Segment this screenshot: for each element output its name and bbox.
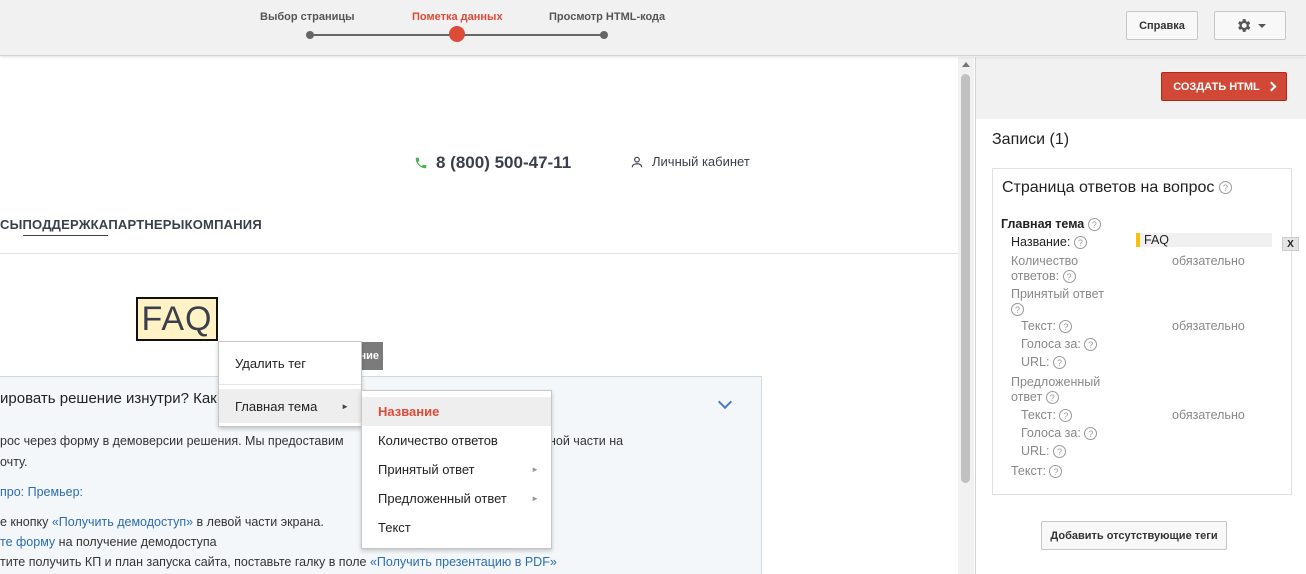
record-card: Страница ответов на вопрос ? Главная тем… [992,168,1299,495]
submenu-arrow-icon: ► [341,401,349,411]
user-icon [631,156,643,167]
help-icon[interactable]: ? [1084,338,1098,352]
tagged-faq-heading[interactable]: FAQ [136,297,218,341]
help-icon[interactable]: ? [1218,181,1232,195]
tag-context-menu: Удалить тег Главная тема ► [218,341,362,427]
step-view-html[interactable]: Просмотр HTML-кода [549,11,665,23]
help-icon[interactable]: ? [1045,391,1059,405]
submenu-item-accepted-answer[interactable]: Принятый ответ ► [362,455,551,484]
card-title: Страница ответов на вопрос ? [1002,179,1232,197]
accepted-answer-label: Принятый ответ? [1011,287,1104,317]
help-icon[interactable]: ? [1052,356,1066,370]
suggested-answer-label: Предложенный ответ ? [1011,375,1101,405]
nav-item-support[interactable]: ПОДДЕРЖКА [22,217,109,236]
create-html-button[interactable]: СОЗДАТЬ HTML [1161,72,1287,101]
accordion-title[interactable]: ировать решение изнутри? Как [0,390,217,407]
site-phone: 8 (800) 500-47-11 [414,153,571,173]
answer-text-1: рос через форму в демоверсии решения. Мы… [0,434,344,448]
step-dot-3[interactable] [600,31,608,39]
submenu-arrow-icon: ► [531,494,539,503]
help-icon[interactable]: ? [1062,270,1076,284]
nav-item-company[interactable]: КОМПАНИЯ [185,217,262,236]
help-icon[interactable]: ? [1059,320,1073,334]
site-cabinet[interactable]: Личный кабинет [630,154,750,169]
menu-separator [219,384,361,385]
submenu-item-name[interactable]: Название [362,397,551,426]
chevron-down-icon [1257,23,1266,28]
help-icon[interactable]: ? [1084,427,1098,441]
menu-main-topic[interactable]: Главная тема ► [219,389,361,423]
cabinet-label: Личный кабинет [652,154,750,169]
submenu-item-text[interactable]: Текст [362,513,551,542]
suggested-upvotes-label: Голоса за: ? [1021,426,1098,441]
required-badge: обязательно [1172,319,1245,333]
required-badge: обязательно [1172,254,1245,268]
chevron-right-icon [1266,81,1277,92]
name-field-label: Название: ? [1011,235,1087,250]
answer-line-4: те форму на получение демодоступа [0,535,217,549]
presentation-link[interactable]: «Получить презентацию в PDF» [370,555,557,569]
step-select-page[interactable]: Выбор страницы [260,11,355,23]
demo-access-link[interactable]: «Получить демодоступ» [52,515,193,529]
answer-text-1-tail: ной части на [549,434,624,448]
top-bar: Выбор страницы Пометка данных Просмотр H… [0,0,1306,56]
help-button[interactable]: Справка [1126,11,1198,40]
phone-number[interactable]: 8 (800) 500-47-11 [436,153,571,173]
settings-button[interactable] [1214,11,1286,40]
help-icon[interactable]: ? [1011,303,1024,317]
divider [0,253,958,254]
records-area: Записи (1) Страница ответов на вопрос ? … [976,119,1306,574]
main-topic-label: Главная тема ? [1001,217,1101,232]
suggested-text-label: Текст: ? [1021,408,1073,423]
submenu-arrow-icon: ► [531,465,539,474]
page-scrollbar[interactable] [958,57,974,574]
remove-tag-button[interactable]: X [1282,237,1299,251]
link-premier[interactable]: про: Премьер: [0,485,83,499]
answer-line-3: е кнопку «Получить демодоступ» в левой ч… [0,515,324,529]
menu-remove-tag[interactable]: Удалить тег [219,346,361,380]
help-icon[interactable]: ? [1049,465,1063,479]
add-missing-tags-button[interactable]: Добавить отсутствующие теги [1041,521,1227,550]
answer-text-2: очту. [0,455,28,469]
main-topic-submenu: Название Количество ответов Принятый отв… [361,390,552,549]
suggested-url-label: URL: ? [1021,444,1066,459]
accepted-url-label: URL: ? [1021,355,1066,370]
records-title: Записи (1) [992,131,1070,148]
right-panel: СОЗДАТЬ HTML Записи (1) Страница ответов… [975,57,1306,574]
text-field-label: Текст: ? [1011,464,1063,479]
answer-count-label: Количество ответов: ? [1011,254,1079,284]
submenu-item-suggested-answer[interactable]: Предложенный ответ ► [362,484,551,513]
help-icon[interactable]: ? [1073,236,1087,250]
name-value[interactable]: FAQ [1136,233,1272,247]
answer-line-5: тите получить КП и план запуска сайта, п… [0,555,557,569]
gear-icon [1237,19,1250,32]
step-tag-data[interactable]: Пометка данных [412,11,503,23]
help-icon[interactable]: ? [1052,445,1066,459]
site-nav: СЫ ПОДДЕРЖКА ПАРТНЕРЫ КОМПАНИЯ [0,217,262,236]
help-icon[interactable]: ? [1059,409,1073,423]
phone-icon [415,157,427,169]
nav-item-partners[interactable]: ПАРТНЕРЫ [108,217,184,236]
required-badge: обязательно [1172,408,1245,422]
form-link[interactable]: те форму [0,535,55,549]
scroll-up-icon[interactable] [962,62,970,67]
scroll-thumb[interactable] [961,74,970,483]
accepted-text-label: Текст: ? [1021,319,1073,334]
nav-item[interactable]: СЫ [0,217,23,236]
step-dot-1[interactable] [306,31,314,39]
submenu-item-answer-count[interactable]: Количество ответов [362,426,551,455]
help-icon[interactable]: ? [1087,218,1101,232]
accepted-upvotes-label: Голоса за: ? [1021,337,1098,352]
step-dot-2[interactable] [449,26,465,42]
